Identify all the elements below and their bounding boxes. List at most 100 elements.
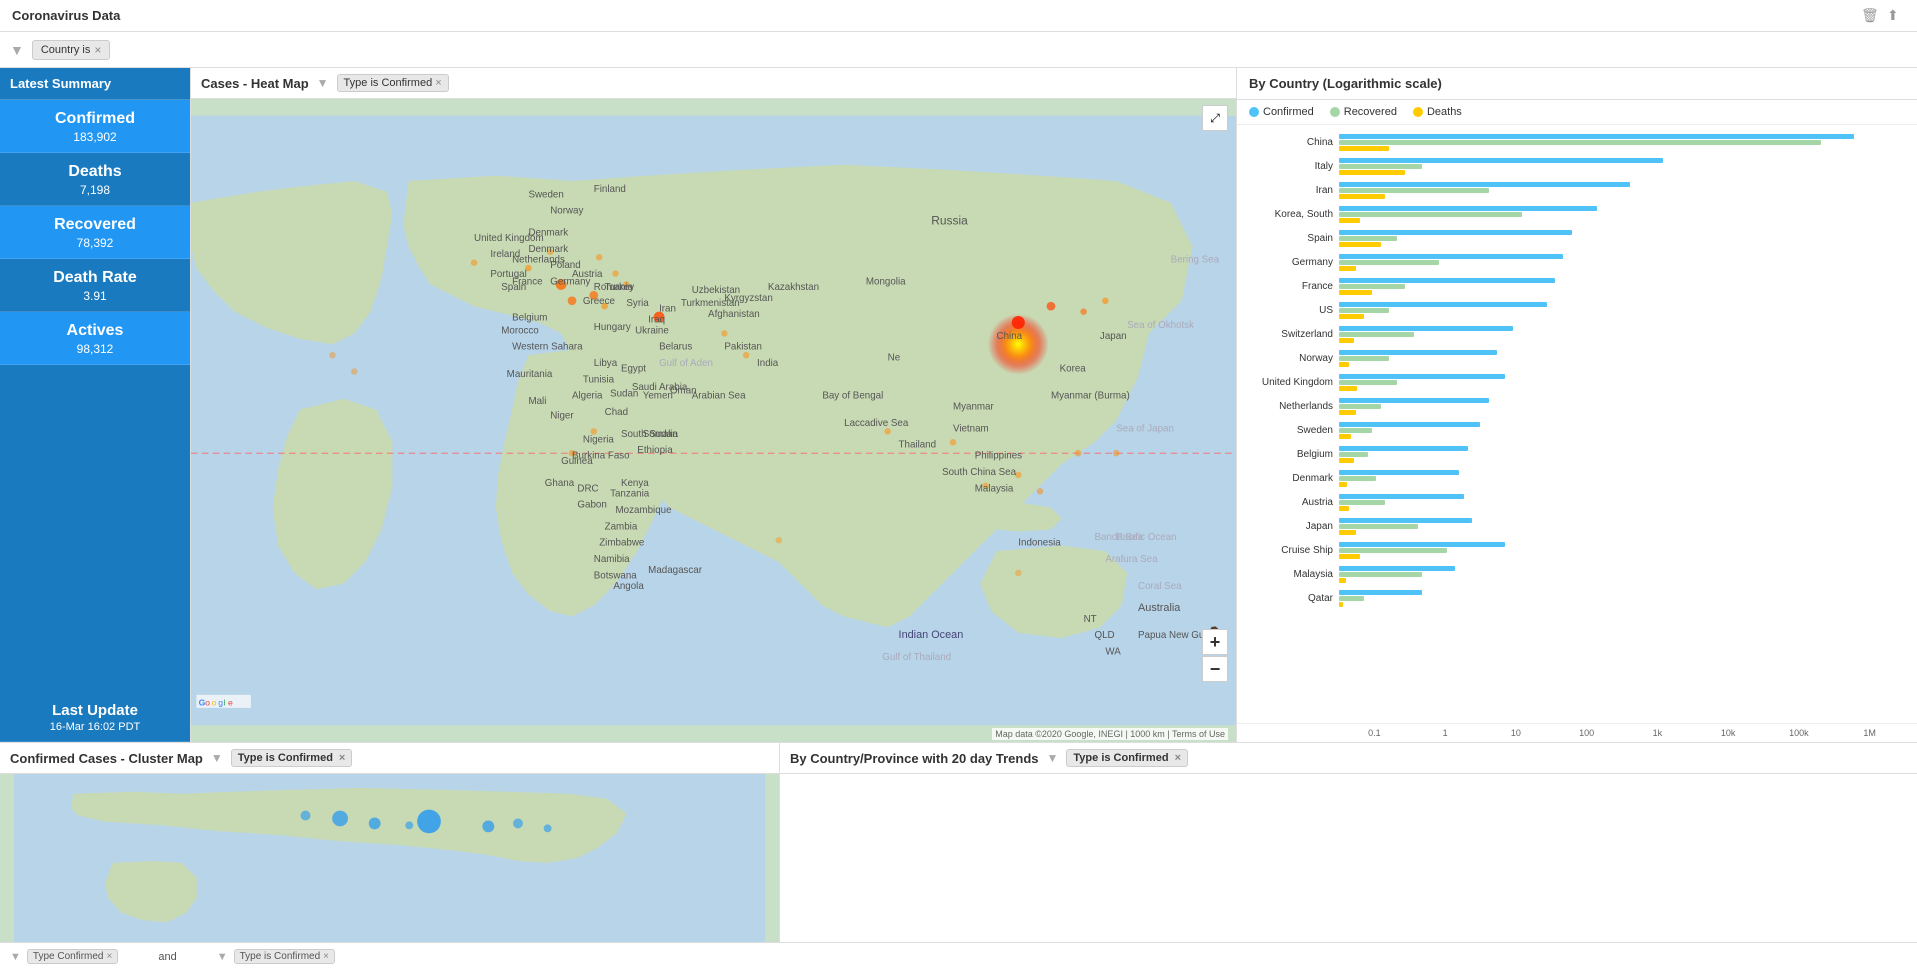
heatmap-title: Cases - Heat Map [201, 76, 309, 91]
bars-container [1339, 470, 1905, 487]
svg-text:Belgium: Belgium [512, 312, 547, 323]
svg-text:Russia: Russia [931, 214, 968, 228]
legend-confirmed: Confirmed [1249, 106, 1314, 118]
expand-map-button[interactable]: ⤢ [1202, 105, 1228, 131]
filter-icon: ▼ [10, 42, 24, 58]
bar-deaths [1339, 482, 1347, 487]
svg-text:Philippines: Philippines [975, 451, 1022, 462]
bar-confirmed [1339, 542, 1505, 547]
status-bar: ▼ Type Confirmed × and ▼ Type is Confirm… [0, 942, 1917, 970]
svg-text:Chad: Chad [605, 407, 628, 418]
bar-recovered [1339, 332, 1414, 337]
bar-row: Germany [1249, 251, 1905, 273]
status-left-close[interactable]: × [106, 951, 112, 962]
zoom-out-button[interactable]: − [1202, 656, 1228, 682]
svg-text:o: o [212, 698, 217, 708]
bars-container [1339, 254, 1905, 271]
actives-label: Actives [10, 322, 180, 340]
cluster-filter-tag[interactable]: Type is Confirmed × [231, 749, 353, 767]
actives-value: 98,312 [10, 342, 180, 356]
map-attribution: Map data ©2020 Google, INEGI | 1000 km |… [992, 728, 1228, 740]
trends-filter-close[interactable]: × [1175, 752, 1181, 764]
svg-text:Greece: Greece [583, 296, 615, 307]
legend-deaths: Deaths [1413, 106, 1462, 118]
cluster-filter-icon: ▼ [211, 751, 223, 765]
svg-text:Burkina Faso: Burkina Faso [572, 451, 630, 462]
status-left-tag[interactable]: Type Confirmed × [27, 949, 118, 964]
bar-row: Japan [1249, 515, 1905, 537]
status-left-label: Type Confirmed [33, 951, 104, 962]
bar-country-label: Italy [1249, 161, 1339, 172]
bar-confirmed [1339, 422, 1480, 427]
svg-text:Western Sahara: Western Sahara [512, 342, 583, 353]
bar-deaths [1339, 554, 1360, 559]
svg-text:Thailand: Thailand [899, 440, 937, 451]
bars-container [1339, 158, 1905, 175]
status-filter-icon-left: ▼ [10, 951, 21, 963]
bar-deaths [1339, 386, 1357, 391]
bars-container [1339, 326, 1905, 343]
country-filter-close[interactable]: × [94, 43, 101, 57]
bar-confirmed [1339, 374, 1505, 379]
trends-content[interactable] [780, 774, 1917, 942]
bar-deaths [1339, 362, 1349, 367]
heatmap-map[interactable]: Russia Indonesia Sweden Norway Finland U… [191, 99, 1236, 742]
bar-country-label: Denmark [1249, 473, 1339, 484]
svg-text:Mauritania: Mauritania [507, 369, 553, 380]
x-axis: 0.11101001k10k100k1M [1237, 723, 1917, 742]
svg-text:Afghanistan: Afghanistan [708, 309, 760, 320]
bar-recovered [1339, 476, 1376, 481]
heatmap-filter-tag[interactable]: Type is Confirmed × [337, 74, 449, 92]
sidebar-title: Latest Summary [0, 68, 190, 100]
bars-container [1339, 302, 1905, 319]
confirmed-stat: Confirmed 183,902 [0, 100, 190, 153]
svg-text:Coral Sea: Coral Sea [1138, 581, 1182, 592]
trends-filter-tag[interactable]: Type is Confirmed × [1066, 749, 1188, 767]
svg-text:China: China [997, 331, 1023, 342]
cluster-map-content[interactable] [0, 774, 779, 942]
zoom-controls: + − [1202, 629, 1228, 682]
bar-recovered [1339, 212, 1522, 217]
trash-icon[interactable]: 🗑 [1861, 7, 1879, 25]
svg-text:Somalia: Somalia [643, 429, 679, 440]
svg-text:QLD: QLD [1094, 630, 1114, 641]
zoom-in-button[interactable]: + [1202, 629, 1228, 655]
svg-text:Kazakhstan: Kazakhstan [768, 282, 819, 293]
bar-recovered [1339, 404, 1381, 409]
app-header: Coronavirus Data 🗑 ⬆ [0, 0, 1917, 32]
svg-text:Sweden: Sweden [528, 189, 563, 200]
bar-country-label: US [1249, 305, 1339, 316]
status-right-close[interactable]: × [323, 951, 329, 962]
trends-filter-icon: ▼ [1047, 751, 1059, 765]
status-and-label: and [158, 951, 176, 963]
bar-row: France [1249, 275, 1905, 297]
x-axis-label: 1 [1410, 728, 1481, 738]
status-right: ▼ Type is Confirmed × [217, 949, 335, 964]
trends-section: By Country/Province with 20 day Trends ▼… [780, 743, 1917, 942]
svg-text:Pakistan: Pakistan [724, 342, 762, 353]
bar-chart-area: By Country (Logarithmic scale) Confirmed… [1237, 68, 1917, 742]
svg-text:Algeria: Algeria [572, 391, 603, 402]
bar-confirmed [1339, 446, 1468, 451]
status-right-tag[interactable]: Type is Confirmed × [234, 949, 335, 964]
bars-container [1339, 206, 1905, 223]
cluster-filter-close[interactable]: × [339, 752, 345, 764]
svg-text:Indian Ocean: Indian Ocean [899, 629, 964, 641]
country-filter-tag[interactable]: Country is × [32, 40, 111, 60]
share-icon[interactable]: ⬆ [1887, 7, 1905, 25]
bar-row: Sweden [1249, 419, 1905, 441]
header-actions: 🗑 ⬆ [1861, 7, 1905, 25]
svg-text:Turkmenistan: Turkmenistan [681, 298, 740, 309]
x-axis-label: 1M [1834, 728, 1905, 738]
bar-row: Austria [1249, 491, 1905, 513]
bars-container [1339, 350, 1905, 367]
svg-text:Angola: Angola [613, 581, 644, 592]
heatmap-filter-close[interactable]: × [435, 77, 441, 89]
svg-text:Netherlands: Netherlands [512, 255, 565, 266]
x-axis-label: 100k [1764, 728, 1835, 738]
svg-text:Australia: Australia [1138, 602, 1181, 614]
deaths-dot [1413, 107, 1423, 117]
bar-confirmed [1339, 494, 1464, 499]
confirmed-label: Confirmed [10, 110, 180, 128]
bar-row: United Kingdom [1249, 371, 1905, 393]
